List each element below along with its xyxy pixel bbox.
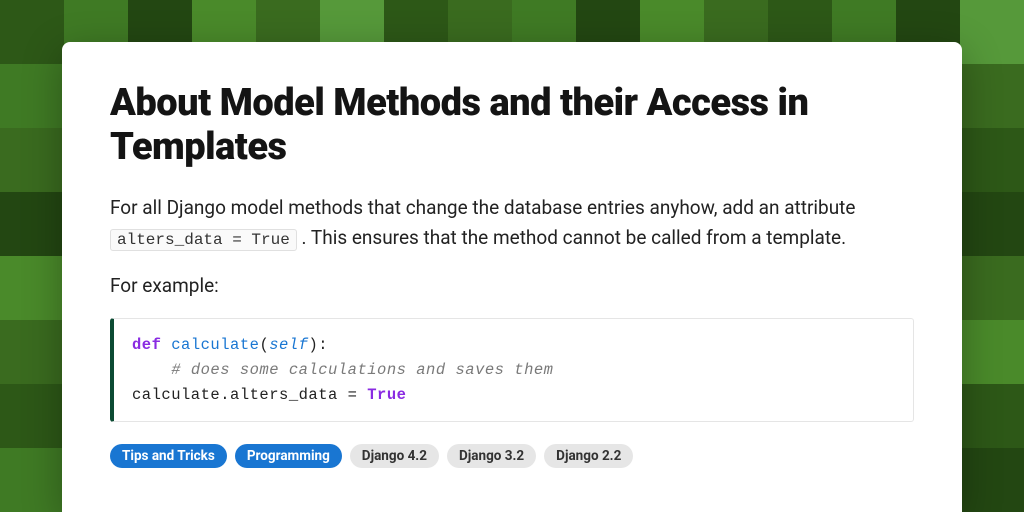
tag-row: Tips and Tricks Programming Django 4.2 D… xyxy=(110,444,914,468)
code-block: def calculate(self): # does some calcula… xyxy=(110,318,914,422)
code-punct: ): xyxy=(308,336,328,354)
code-keyword: def xyxy=(132,336,161,354)
article-card: @DjangoTricks About Model Methods and th… xyxy=(62,42,962,512)
code-function-name: calculate xyxy=(171,336,259,354)
article-title: About Model Methods and their Access in … xyxy=(110,82,830,169)
tag-version[interactable]: Django 4.2 xyxy=(350,444,439,468)
text-run: . This ensures that the method cannot be… xyxy=(297,226,846,249)
code-punct: ( xyxy=(259,336,269,354)
article-paragraph-1: For all Django model methods that change… xyxy=(110,193,890,252)
code-self: self xyxy=(269,336,308,354)
code-bool: True xyxy=(367,386,406,404)
inline-code: alters_data = True xyxy=(110,229,297,251)
code-comment: # does some calculations and saves them xyxy=(171,361,553,379)
tag-primary[interactable]: Programming xyxy=(235,444,342,468)
tag-primary[interactable]: Tips and Tricks xyxy=(110,444,227,468)
text-run: For all Django model methods that change… xyxy=(110,196,855,219)
tag-version[interactable]: Django 2.2 xyxy=(544,444,633,468)
article-paragraph-2: For example: xyxy=(110,271,890,300)
code-assign: calculate.alters_data = xyxy=(132,386,367,404)
tag-version[interactable]: Django 3.2 xyxy=(447,444,536,468)
